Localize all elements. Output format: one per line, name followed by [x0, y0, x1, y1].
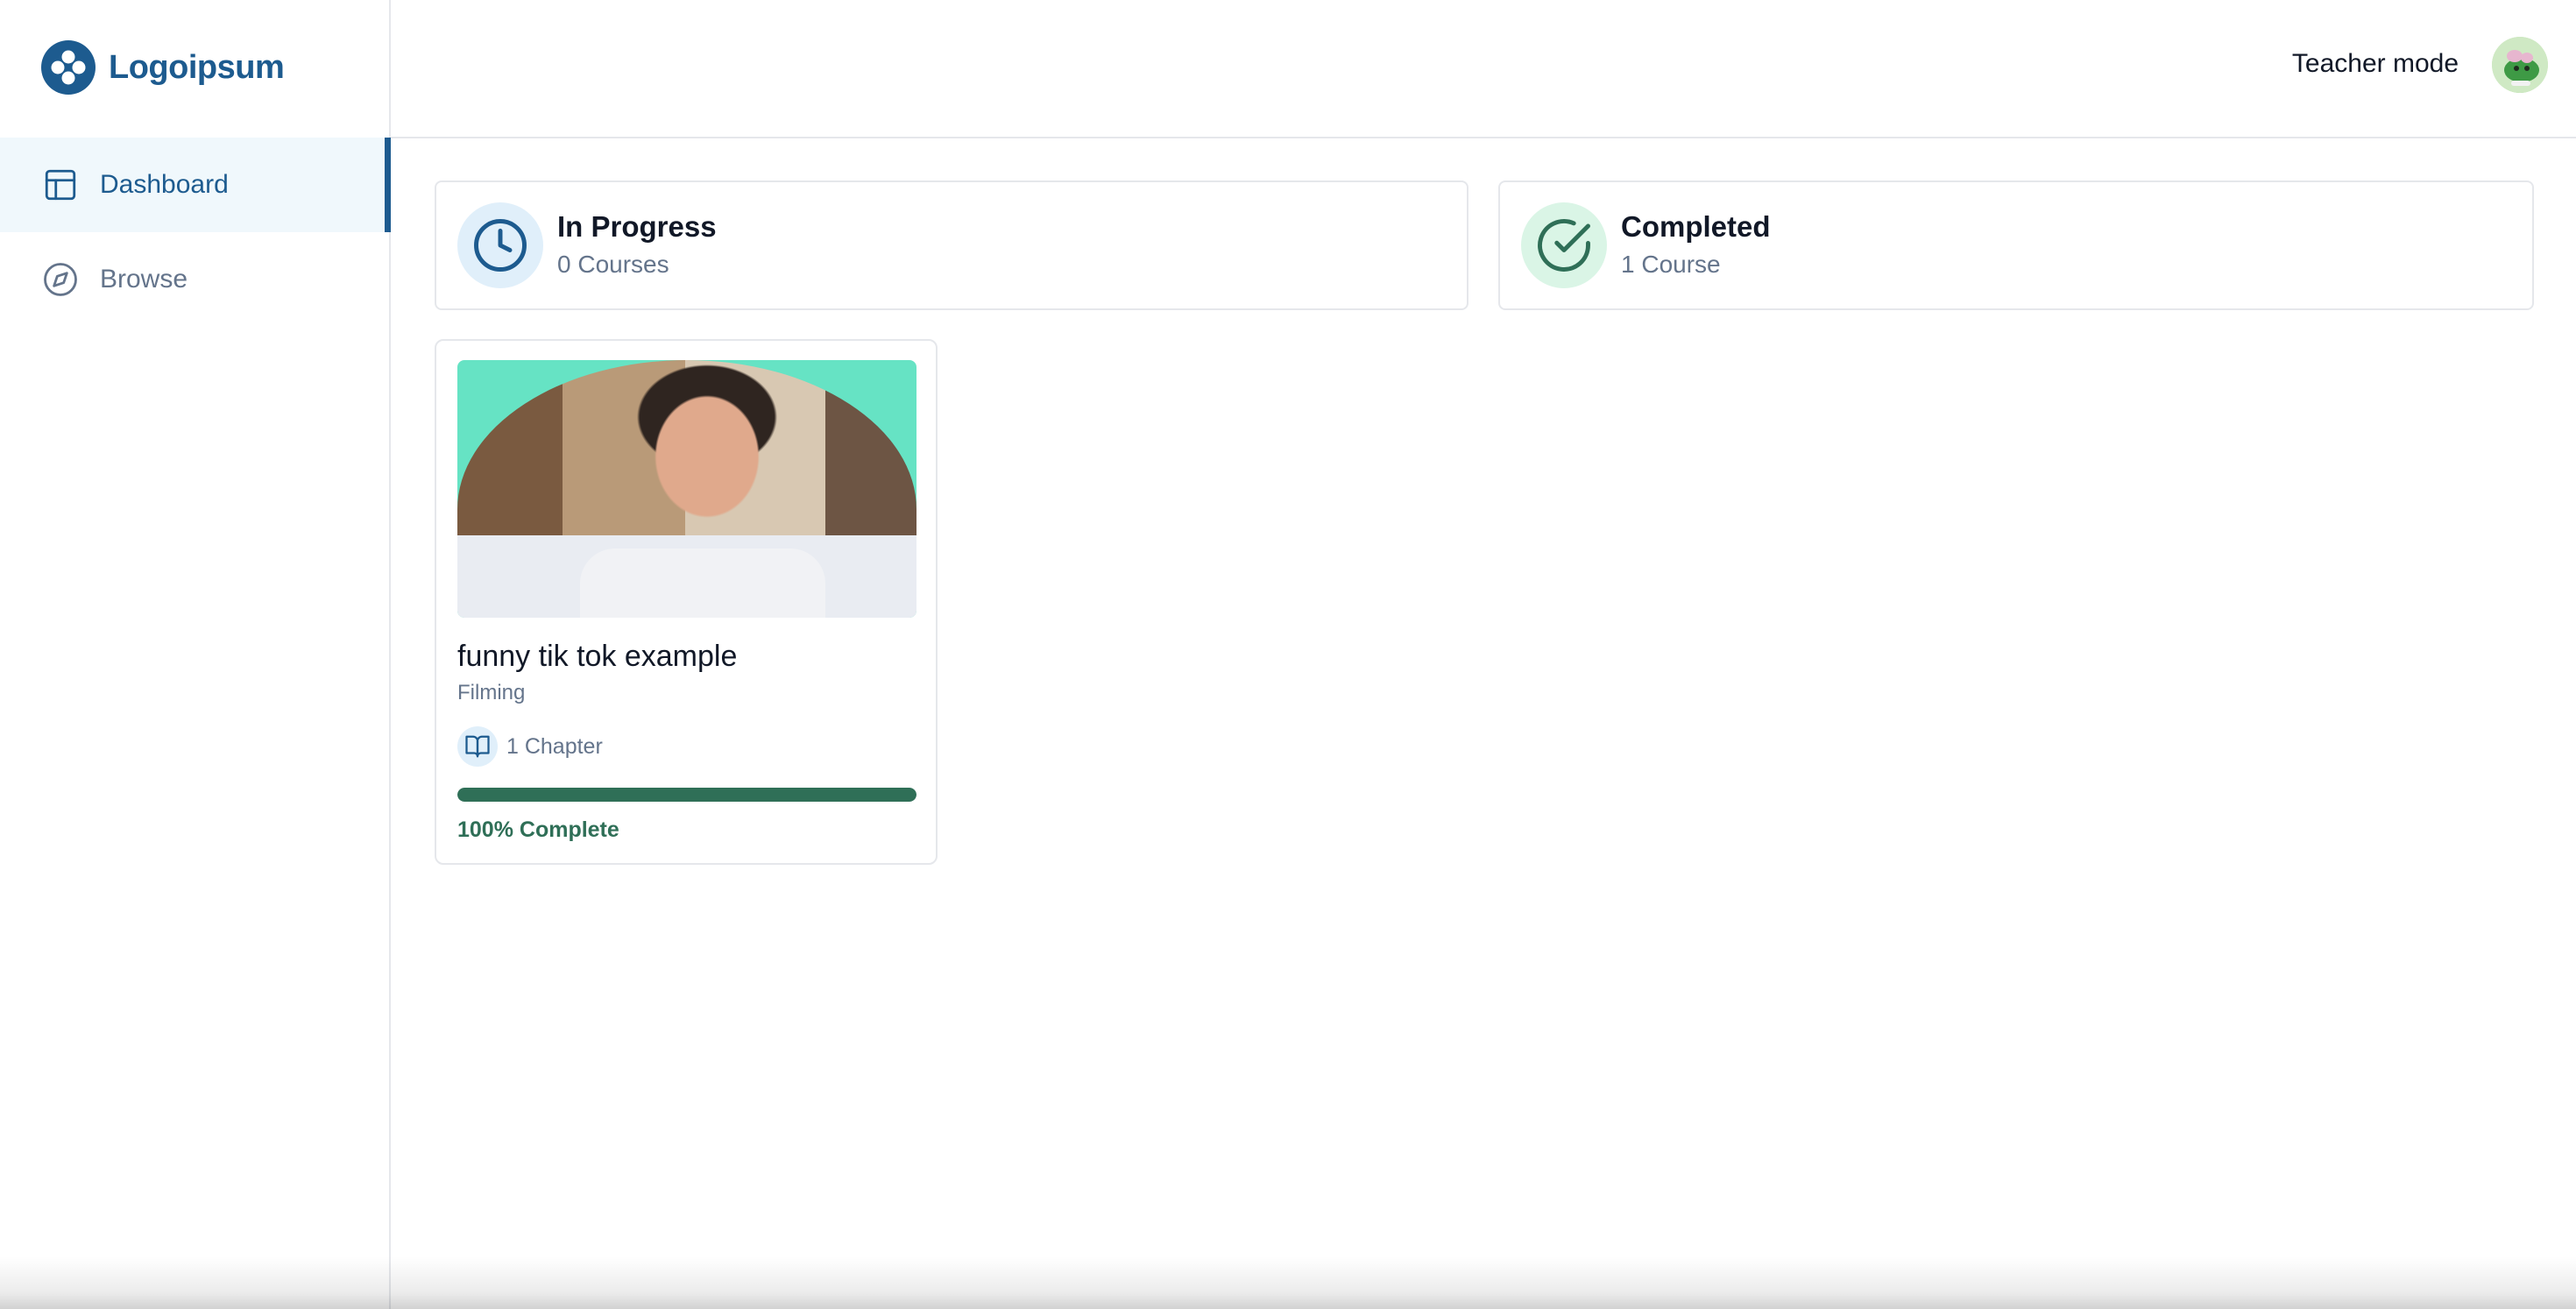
sidebar-item-label: Dashboard: [100, 170, 229, 199]
in-progress-icon-badge: [457, 202, 543, 288]
in-progress-text: In Progress 0 Courses: [557, 209, 717, 281]
dashboard-main: In Progress 0 Courses Completed 1 Course: [391, 138, 2576, 1309]
course-card[interactable]: funny tik tok example Filming 1 Chapter …: [435, 339, 938, 865]
sidebar-item-browse[interactable]: Browse: [0, 232, 391, 327]
user-avatar[interactable]: [2492, 37, 2548, 93]
in-progress-title: In Progress: [557, 210, 717, 243]
book-open-icon: [465, 735, 490, 758]
brand-logo[interactable]: Logoipsum: [40, 39, 285, 96]
clock-icon: [474, 219, 527, 272]
sidebar-nav: Dashboard Browse: [0, 138, 391, 327]
check-circle-icon: [1538, 219, 1590, 272]
app-root: Logoipsum Dashboard Browse Teacher mode …: [0, 0, 2576, 1309]
completed-count: 1 Course: [1621, 251, 1721, 278]
logo-mark-icon: [41, 40, 96, 95]
course-progress-fill: [457, 788, 916, 802]
course-title: funny tik tok example: [457, 640, 738, 673]
top-header: Teacher mode: [391, 0, 2576, 138]
avatar-image-icon: [2492, 37, 2548, 93]
completed-title: Completed: [1621, 210, 1771, 243]
layout-icon: [45, 169, 76, 201]
completed-card: Completed 1 Course: [1498, 180, 2534, 310]
completed-text: Completed 1 Course: [1621, 209, 1771, 281]
teacher-mode-button[interactable]: Teacher mode: [2292, 49, 2459, 79]
course-chapters: 1 Chapter: [457, 726, 915, 767]
course-thumbnail: [457, 360, 916, 618]
course-thumbnail-detail: [580, 548, 825, 618]
chapter-icon-badge: [457, 726, 498, 767]
course-category: Filming: [457, 681, 526, 704]
course-progress-bar: [457, 788, 916, 802]
in-progress-card: In Progress 0 Courses: [435, 180, 1468, 310]
sidebar-item-label: Browse: [100, 265, 188, 294]
brand-name: Logoipsum: [109, 48, 285, 86]
chapter-count: 1 Chapter: [506, 733, 603, 759]
sidebar: Logoipsum Dashboard Browse: [0, 0, 391, 1309]
compass-icon: [44, 263, 77, 296]
course-progress-label: 100% Complete: [457, 817, 619, 842]
in-progress-count: 0 Courses: [557, 251, 669, 278]
completed-icon-badge: [1521, 202, 1607, 288]
sidebar-item-dashboard[interactable]: Dashboard: [0, 138, 391, 232]
